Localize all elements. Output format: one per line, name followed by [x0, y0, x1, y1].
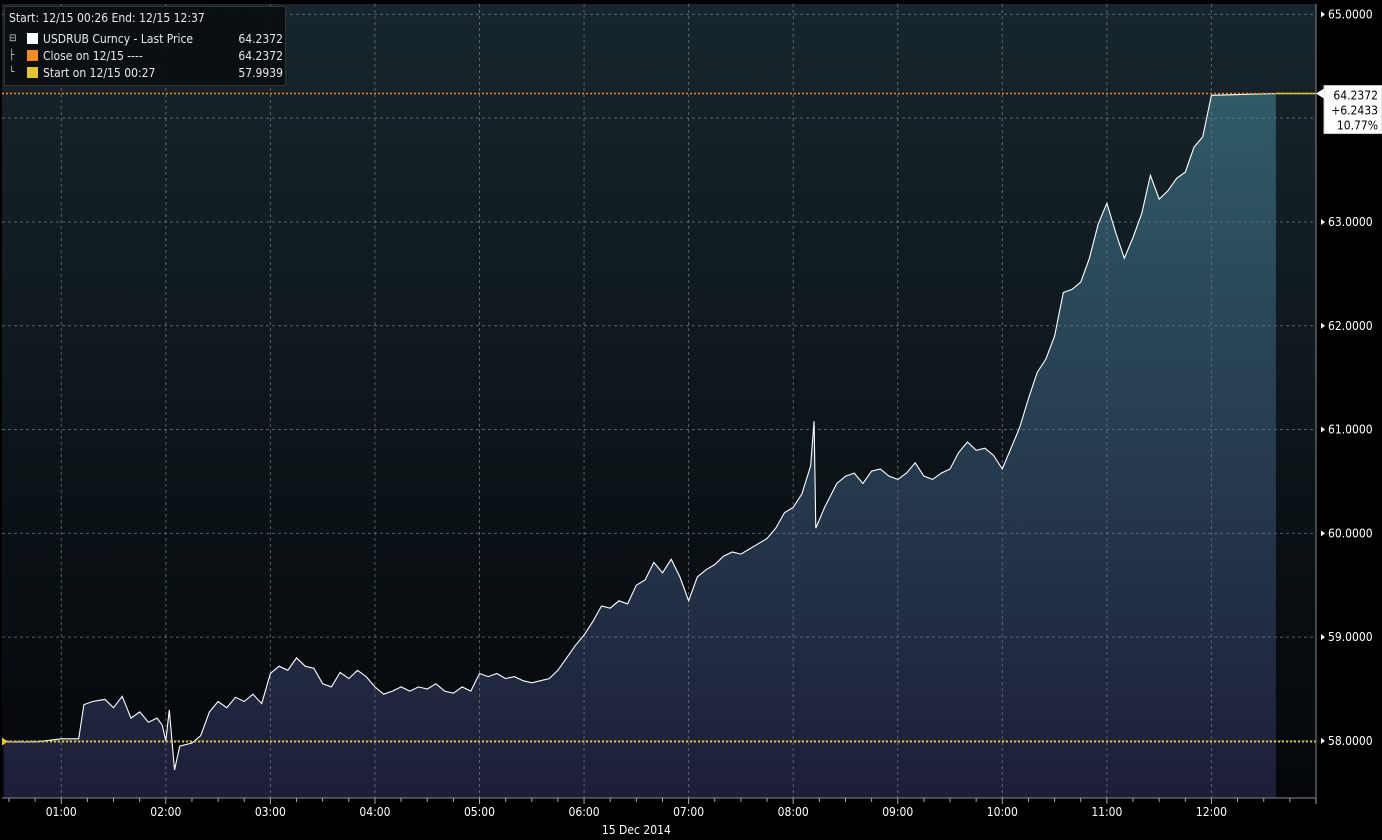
y-tick-label: 63.0000: [1328, 215, 1373, 229]
legend: Start: 12/15 00:26 End: 12/15 12:37 ⊟ US…: [4, 6, 286, 86]
chart-area[interactable]: 65.0000 63.0000 62.0000 61.0000 60.0000 59.00…: [0, 0, 1382, 840]
last-price-pct: 10.77%: [1337, 119, 1378, 133]
legend-range-text: Start: 12/15 00:26 End: 12/15 12:37: [9, 11, 205, 25]
legend-row-last-price[interactable]: ⊟ USDRUB Curncy - Last Price 64.2372: [9, 31, 285, 47]
y-tick-label: 62.0000: [1328, 319, 1373, 333]
x-tick-label: 03:00: [255, 805, 286, 819]
last-price-change: +6.2433: [1331, 104, 1378, 118]
x-tick-label: 02:00: [150, 805, 181, 819]
y-tick-label: 59.0000: [1328, 630, 1373, 644]
legend-swatch-start: [27, 67, 38, 78]
x-tick-label: 01:00: [46, 805, 77, 819]
legend-swatch-close: [27, 50, 38, 61]
x-tick-label: 04:00: [359, 805, 390, 819]
y-tick-label: 60.0000: [1328, 526, 1373, 540]
x-axis-date-label: 15 Dec 2014: [602, 823, 671, 837]
last-price-label: 64.2372+6.243310.77%: [1316, 85, 1382, 135]
y-tick-label: 61.0000: [1328, 423, 1373, 437]
last-price-value: 64.2372: [1333, 89, 1378, 103]
y-tick-label: 65.0000: [1328, 7, 1373, 21]
y-tick-label: 58.0000: [1328, 734, 1373, 748]
x-tick-label: 11:00: [1091, 805, 1122, 819]
legend-value-start: 57.9939: [238, 66, 283, 80]
x-tick-label: 08:00: [778, 805, 809, 819]
tree-branch-icon: ├: [9, 50, 15, 61]
x-tick-label: 09:00: [882, 805, 913, 819]
legend-value-last-price: 64.2372: [238, 32, 283, 46]
x-tick-label: 05:00: [464, 805, 495, 819]
x-tick-label: 06:00: [569, 805, 600, 819]
tree-branch-icon: └: [9, 67, 15, 78]
price-chart[interactable]: 65.0000 63.0000 62.0000 61.0000 60.0000 59.00…: [0, 0, 1382, 840]
legend-label-start: Start on 12/15 00:27: [43, 66, 156, 80]
x-tick-label: 10:00: [987, 805, 1018, 819]
x-tick-label: 07:00: [673, 805, 704, 819]
x-tick-label: 12:00: [1196, 805, 1227, 819]
legend-row-close[interactable]: ├ Close on 12/15 ---- 64.2372: [9, 48, 285, 64]
legend-label-close: Close on 12/15 ----: [43, 49, 143, 63]
legend-row-start[interactable]: └ Start on 12/15 00:27 57.9939: [9, 65, 285, 81]
legend-swatch-last-price: [27, 33, 38, 44]
legend-value-close: 64.2372: [238, 49, 283, 63]
legend-label-last-price: USDRUB Curncy - Last Price: [43, 32, 194, 46]
collapse-icon[interactable]: ⊟: [9, 31, 19, 47]
